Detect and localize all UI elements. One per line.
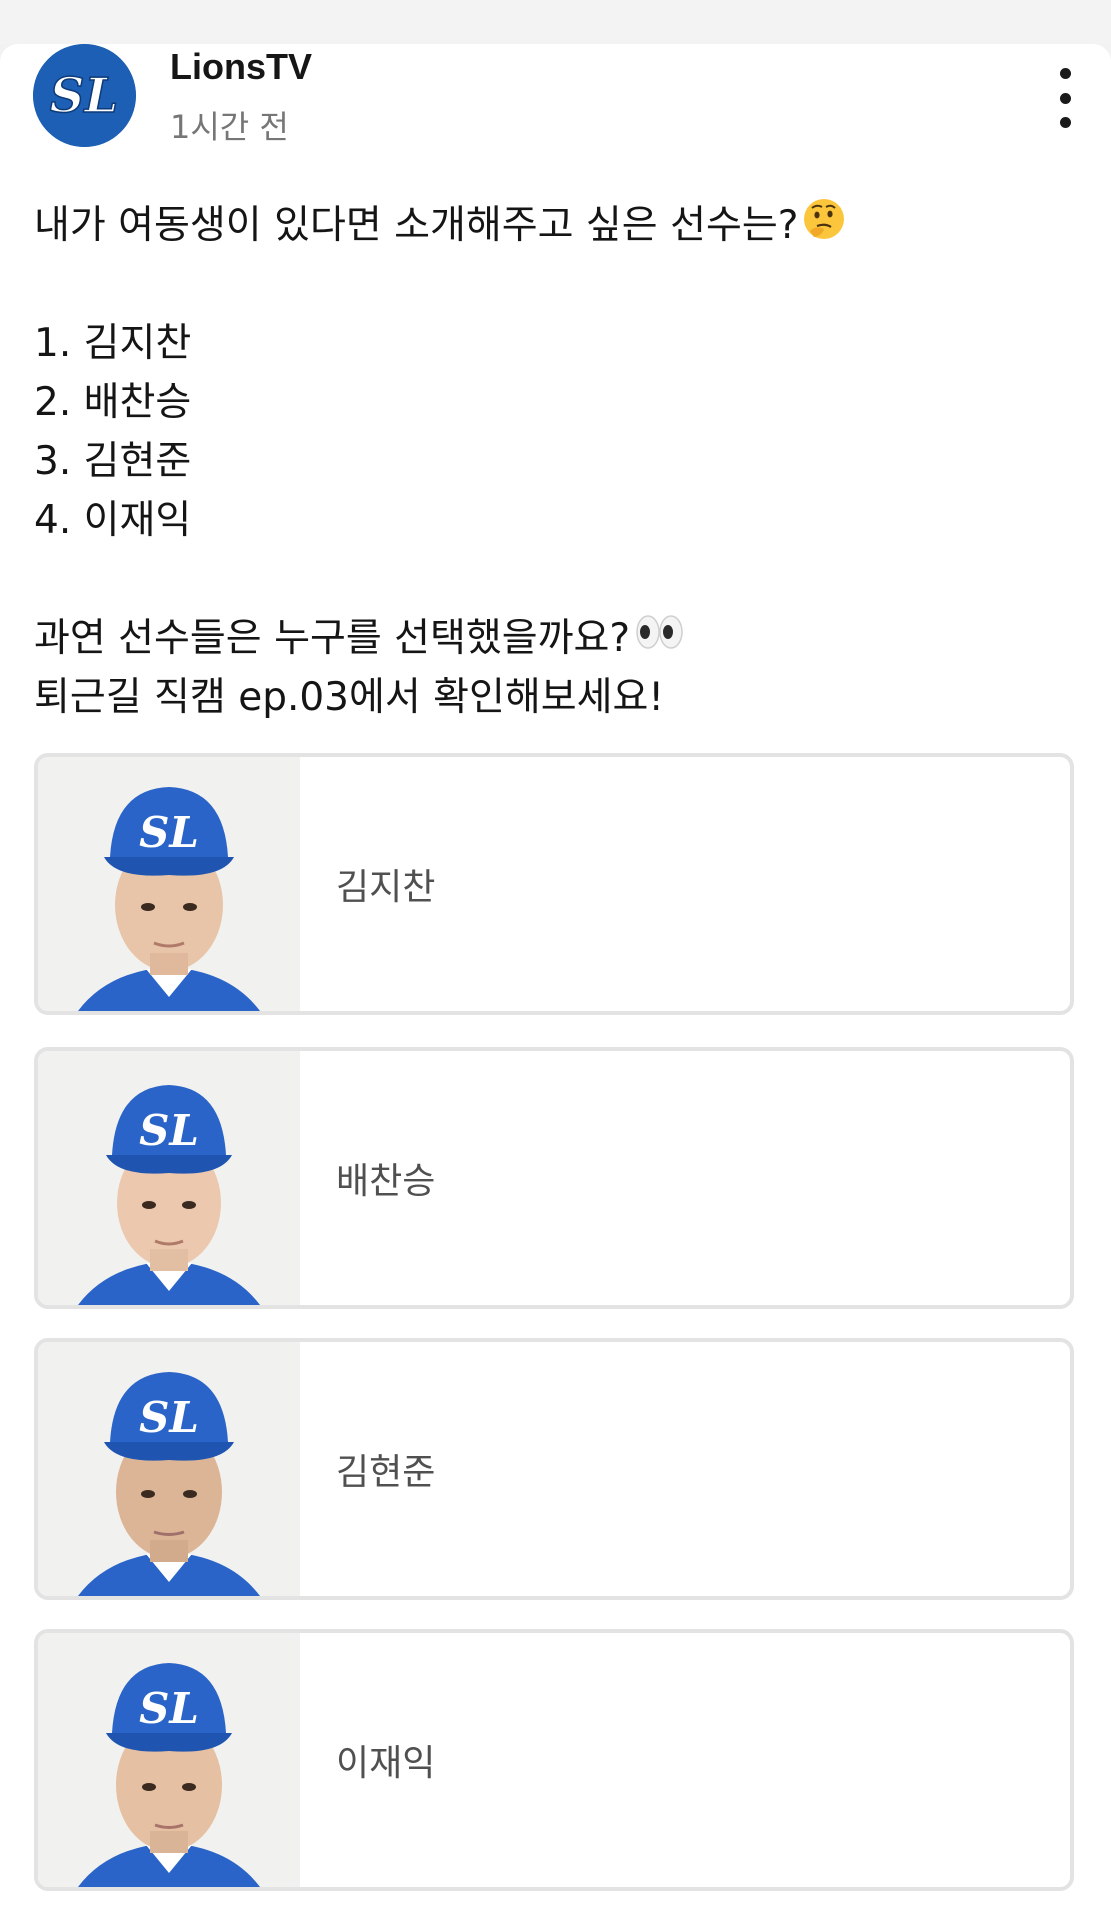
top-strip [0,0,1111,44]
player-photo: SL [38,1051,300,1305]
svg-text:SL: SL [139,1393,199,1442]
post-time: 1시간 전 [170,108,289,146]
lions-logo: SL [33,44,136,147]
post-body: 내가 여동생이 있다면 소개해주고 싶은 선수는? 1. 김지찬 2. 배찬승 … [34,196,1074,727]
poll-option-label: 배찬승 [336,1161,436,1202]
svg-text:SL: SL [139,1106,199,1155]
author-name[interactable]: LionsTV [170,46,312,88]
player-photo: SL [38,757,300,1011]
post-line: 과연 선수들은 누구를 선택했을까요? [34,609,1074,668]
poll-option[interactable]: SL 김지찬 [34,753,1074,1015]
poll-option-label: 김현준 [336,1452,436,1493]
svg-text:SL: SL [139,808,199,857]
post-line: 1. 김지찬 [34,321,192,366]
post-line: 2. 배찬승 [34,380,192,425]
player-photo: SL [38,1342,300,1596]
post-line: 퇴근길 직캠 ep.03에서 확인해보세요! [34,675,665,720]
svg-text:SL: SL [50,68,118,124]
post-line: 4. 이재익 [34,498,192,543]
post-line: 내가 여동생이 있다면 소개해주고 싶은 선수는? [34,196,1074,255]
poll-option-label: 김지찬 [336,867,436,908]
poll-option[interactable]: SL 이재익 [34,1629,1074,1891]
player-photo: SL [38,1633,300,1887]
post-line: 3. 김현준 [34,439,192,484]
poll-option[interactable]: SL 김현준 [34,1338,1074,1600]
avatar[interactable]: SL [33,44,136,147]
poll-option-label: 이재익 [336,1743,436,1784]
svg-text:SL: SL [139,1684,199,1733]
more-options-icon[interactable] [1047,68,1083,128]
poll-option[interactable]: SL 배찬승 [34,1047,1074,1309]
eyes-icon [634,610,686,671]
thinking-face-icon [802,197,846,258]
